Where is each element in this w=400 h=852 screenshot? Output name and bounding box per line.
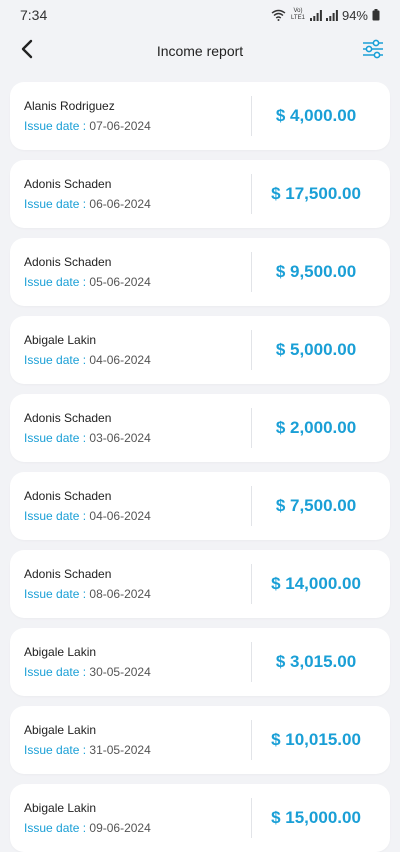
invoice-details: Abigale Lakin Issue date : 31-05-2024 (24, 723, 243, 757)
invoice-details: Adonis Schaden Issue date : 03-06-2024 (24, 411, 243, 445)
issue-date-line: Issue date : 08-06-2024 (24, 587, 243, 601)
invoice-list: Alanis Rodriguez Issue date : 07-06-2024… (0, 72, 400, 852)
card-divider (251, 642, 252, 682)
signal-icon (309, 9, 322, 21)
issue-date-line: Issue date : 30-05-2024 (24, 665, 243, 679)
issue-date-value: 03-06-2024 (89, 431, 151, 445)
issue-date-label: Issue date : (24, 119, 87, 133)
wifi-icon (271, 9, 286, 21)
invoice-amount: $ 3,015.00 (275, 652, 357, 671)
client-name: Abigale Lakin (24, 723, 97, 737)
invoice-amount: $ 7,500.00 (275, 496, 357, 515)
issue-date-line: Issue date : 09-06-2024 (24, 821, 243, 835)
invoice-details: Adonis Schaden Issue date : 08-06-2024 (24, 567, 243, 601)
issue-date-value: 30-05-2024 (89, 665, 151, 679)
invoice-details: Alanis Rodriguez Issue date : 07-06-2024 (24, 99, 243, 133)
card-divider (251, 96, 252, 136)
issue-date-value: 05-06-2024 (89, 275, 151, 289)
network-label: Vo) LTE1 (291, 8, 305, 21)
issue-date-value: 08-06-2024 (89, 587, 151, 601)
issue-date-value: 06-06-2024 (89, 197, 151, 211)
issue-date-line: Issue date : 07-06-2024 (24, 119, 243, 133)
invoice-amount: $ 15,000.00 (271, 808, 361, 827)
issue-date-line: Issue date : 05-06-2024 (24, 275, 243, 289)
card-divider (251, 486, 252, 526)
client-name: Abigale Lakin (24, 333, 97, 347)
invoice-card[interactable]: Abigale Lakin Issue date : 31-05-2024 $ … (10, 706, 390, 774)
card-divider (251, 720, 252, 760)
invoice-amount: $ 4,000.00 (275, 106, 357, 125)
invoice-amount: $ 10,015.00 (271, 730, 361, 749)
invoice-card[interactable]: Adonis Schaden Issue date : 03-06-2024 $… (10, 394, 390, 462)
client-name: Adonis Schaden (24, 411, 112, 425)
invoice-amount: $ 9,500.00 (275, 262, 357, 281)
issue-date-label: Issue date : (24, 353, 87, 367)
invoice-card[interactable]: Adonis Schaden Issue date : 04-06-2024 $… (10, 472, 390, 540)
card-divider (251, 174, 252, 214)
back-button[interactable] (12, 36, 42, 66)
client-name: Adonis Schaden (24, 567, 112, 581)
issue-date-line: Issue date : 31-05-2024 (24, 743, 243, 757)
battery-icon (372, 9, 380, 21)
back-arrow-icon (20, 39, 34, 64)
invoice-amount: $ 5,000.00 (275, 340, 357, 359)
app-header: Income report (0, 30, 400, 72)
status-time: 7:34 (20, 7, 48, 23)
client-name: Adonis Schaden (24, 255, 112, 269)
issue-date-label: Issue date : (24, 821, 87, 835)
invoice-card[interactable]: Adonis Schaden Issue date : 05-06-2024 $… (10, 238, 390, 306)
invoice-card[interactable]: Abigale Lakin Issue date : 30-05-2024 $ … (10, 628, 390, 696)
battery-level: 94% (341, 7, 368, 23)
invoice-amount: $ 14,000.00 (271, 574, 361, 593)
invoice-details: Abigale Lakin Issue date : 04-06-2024 (24, 333, 243, 367)
issue-date-value: 04-06-2024 (89, 509, 151, 523)
invoice-details: Adonis Schaden Issue date : 04-06-2024 (24, 489, 243, 523)
invoice-amount: $ 17,500.00 (271, 184, 361, 203)
client-name: Adonis Schaden (24, 489, 112, 503)
sliders-icon (362, 39, 384, 64)
client-name: Abigale Lakin (24, 801, 97, 815)
status-icons: Vo) LTE1 94% (271, 8, 380, 23)
client-name: Alanis Rodriguez (24, 99, 115, 113)
invoice-card[interactable]: Alanis Rodriguez Issue date : 07-06-2024… (10, 82, 390, 150)
issue-date-value: 04-06-2024 (89, 353, 151, 367)
issue-date-line: Issue date : 03-06-2024 (24, 431, 243, 445)
invoice-card[interactable]: Abigale Lakin Issue date : 09-06-2024 $ … (10, 784, 390, 852)
issue-date-label: Issue date : (24, 743, 87, 757)
invoice-details: Adonis Schaden Issue date : 05-06-2024 (24, 255, 243, 289)
invoice-card[interactable]: Adonis Schaden Issue date : 06-06-2024 $… (10, 160, 390, 228)
issue-date-value: 09-06-2024 (89, 821, 151, 835)
issue-date-label: Issue date : (24, 509, 87, 523)
issue-date-value: 31-05-2024 (89, 743, 151, 757)
client-name: Adonis Schaden (24, 177, 112, 191)
card-divider (251, 408, 252, 448)
issue-date-line: Issue date : 04-06-2024 (24, 509, 243, 523)
card-divider (251, 564, 252, 604)
filter-button[interactable] (358, 36, 388, 66)
issue-date-line: Issue date : 06-06-2024 (24, 197, 243, 211)
issue-date-label: Issue date : (24, 431, 87, 445)
issue-date-label: Issue date : (24, 665, 87, 679)
issue-date-value: 07-06-2024 (89, 119, 151, 133)
invoice-details: Abigale Lakin Issue date : 09-06-2024 (24, 801, 243, 835)
invoice-card[interactable]: Adonis Schaden Issue date : 08-06-2024 $… (10, 550, 390, 618)
card-divider (251, 330, 252, 370)
invoice-amount: $ 2,000.00 (275, 418, 357, 437)
issue-date-label: Issue date : (24, 587, 87, 601)
card-divider (251, 252, 252, 292)
page-title: Income report (156, 43, 244, 59)
client-name: Abigale Lakin (24, 645, 97, 659)
invoice-details: Abigale Lakin Issue date : 30-05-2024 (24, 645, 243, 679)
issue-date-label: Issue date : (24, 275, 87, 289)
status-bar: 7:34 Vo) LTE1 94% (0, 0, 400, 30)
card-divider (251, 798, 252, 838)
issue-date-label: Issue date : (24, 197, 87, 211)
invoice-card[interactable]: Abigale Lakin Issue date : 04-06-2024 $ … (10, 316, 390, 384)
signal-icon-2 (325, 9, 338, 21)
issue-date-line: Issue date : 04-06-2024 (24, 353, 243, 367)
invoice-details: Adonis Schaden Issue date : 06-06-2024 (24, 177, 243, 211)
